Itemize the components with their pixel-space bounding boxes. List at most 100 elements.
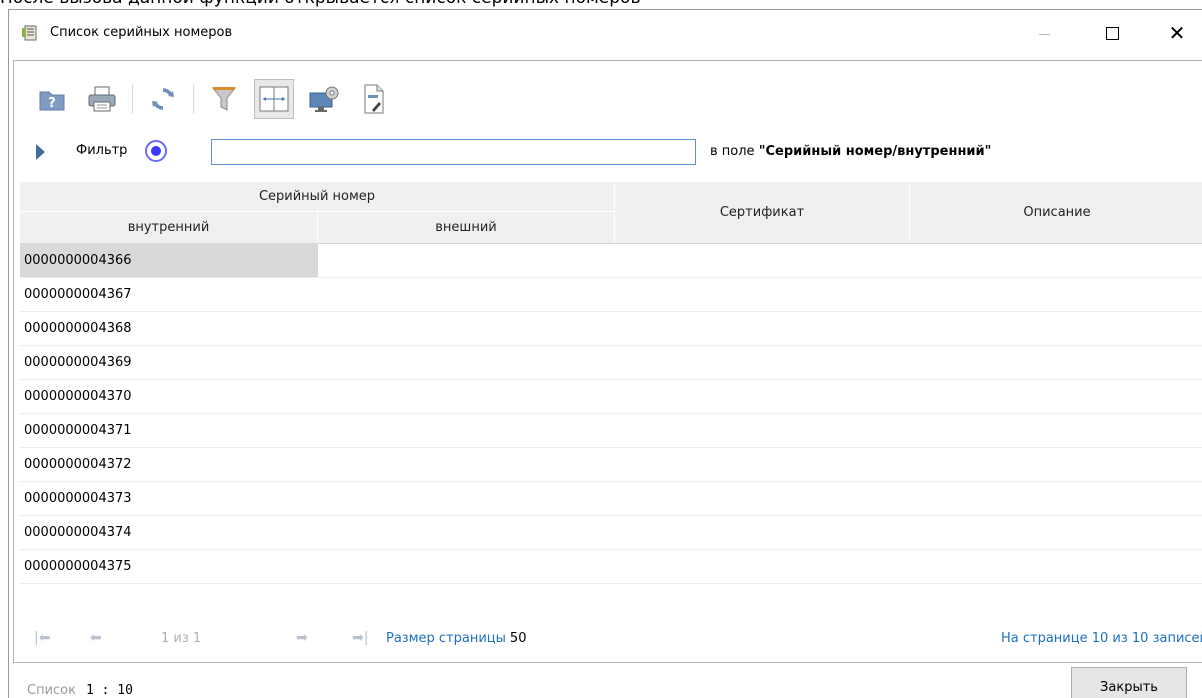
records-count: На странице 10 из 10 записей xyxy=(1000,631,1202,646)
cell-internal[interactable]: 0000000004375 xyxy=(20,550,318,583)
prev-page-icon[interactable]: ⬅ xyxy=(90,630,102,646)
refresh-icon xyxy=(152,88,174,110)
cell-external[interactable] xyxy=(318,482,615,515)
column-width-icon xyxy=(259,86,289,112)
svg-text:?: ? xyxy=(48,96,56,111)
cell-certificate[interactable] xyxy=(615,244,910,277)
cell-certificate[interactable] xyxy=(615,278,910,311)
toolbar-separator xyxy=(132,84,133,114)
table-row[interactable]: 0000000004374 xyxy=(20,516,1202,550)
export-document-icon xyxy=(364,84,384,114)
cell-description[interactable] xyxy=(910,448,1202,481)
status-label: Список xyxy=(27,683,76,698)
cell-internal[interactable]: 0000000004373 xyxy=(20,482,318,515)
cell-description[interactable] xyxy=(910,278,1202,311)
cell-certificate[interactable] xyxy=(615,482,910,515)
filter-field-note-prefix: в поле xyxy=(710,144,759,159)
cell-internal[interactable]: 0000000004366 xyxy=(20,244,318,277)
cell-certificate[interactable] xyxy=(615,312,910,345)
cell-description[interactable] xyxy=(910,244,1202,277)
window-title: Список серийных номеров xyxy=(50,25,233,40)
filter-button[interactable] xyxy=(204,79,244,119)
cell-certificate[interactable] xyxy=(615,380,910,413)
column-width-button[interactable] xyxy=(254,79,294,119)
cell-internal[interactable]: 0000000004368 xyxy=(20,312,318,345)
cell-description[interactable] xyxy=(910,550,1202,583)
print-icon xyxy=(88,86,116,112)
minimize-button[interactable] xyxy=(1022,10,1066,56)
first-page-icon[interactable]: |⬅ xyxy=(34,630,50,646)
close-window-button[interactable]: ✕ xyxy=(1155,10,1199,56)
header-description[interactable]: Описание xyxy=(910,182,1202,243)
pager: |⬅ ⬅ 1 из 1 ➡ ➡| Размер страницы 50 На ст… xyxy=(34,629,1202,651)
header-external[interactable]: внешний xyxy=(318,211,615,243)
cell-internal[interactable]: 0000000004374 xyxy=(20,516,318,549)
filter-radio[interactable] xyxy=(145,140,167,162)
table-row[interactable]: 0000000004375 xyxy=(20,550,1202,584)
cell-internal[interactable]: 0000000004370 xyxy=(20,380,318,413)
cell-external[interactable] xyxy=(318,278,615,311)
cell-certificate[interactable] xyxy=(615,414,910,447)
cell-description[interactable] xyxy=(910,380,1202,413)
cell-external[interactable] xyxy=(318,414,615,447)
cell-external[interactable] xyxy=(318,550,615,583)
cell-internal[interactable]: 0000000004371 xyxy=(20,414,318,447)
close-icon: ✕ xyxy=(1168,21,1186,45)
table-row[interactable]: 0000000004366 xyxy=(20,244,1202,278)
table-row[interactable]: 0000000004373 xyxy=(20,482,1202,516)
app-icon xyxy=(22,25,37,41)
filter-input[interactable] xyxy=(211,139,696,165)
cell-external[interactable] xyxy=(318,516,615,549)
filter-field-name: "Серийный номер/внутренний" xyxy=(758,144,992,159)
status-value: 1 : 10 xyxy=(85,683,133,698)
last-page-icon[interactable]: ➡| xyxy=(352,630,368,646)
filter-icon xyxy=(211,87,237,111)
display-settings-button[interactable] xyxy=(304,79,344,119)
next-page-icon[interactable]: ➡ xyxy=(296,630,308,646)
cell-certificate[interactable] xyxy=(615,448,910,481)
export-button[interactable] xyxy=(354,79,394,119)
filter-row: Фильтр в поле "Серийный номер/внутренний… xyxy=(36,139,1136,165)
settings-monitor-icon xyxy=(309,86,339,112)
cell-internal[interactable]: 0000000004367 xyxy=(20,278,318,311)
grid-rows: 0000000004366 0000000004367 000000000436… xyxy=(20,244,1202,584)
help-icon: ? xyxy=(39,91,65,111)
table-row[interactable]: 0000000004371 xyxy=(20,414,1202,448)
page-size[interactable]: Размер страницы 50 xyxy=(386,631,526,646)
serial-numbers-window: Список серийных номеров ✕ ? Фильтр в пол… xyxy=(8,9,1202,698)
cell-external[interactable] xyxy=(318,346,615,379)
header-certificate[interactable]: Сертификат xyxy=(615,182,910,243)
table-row[interactable]: 0000000004370 xyxy=(20,380,1202,414)
cell-internal[interactable]: 0000000004372 xyxy=(20,448,318,481)
cell-external[interactable] xyxy=(318,380,615,413)
cell-description[interactable] xyxy=(910,312,1202,345)
title-bar: Список серийных номеров ✕ xyxy=(9,10,1202,56)
maximize-button[interactable] xyxy=(1090,10,1134,56)
table-row[interactable]: 0000000004368 xyxy=(20,312,1202,346)
table-row[interactable]: 0000000004369 xyxy=(20,346,1202,380)
filter-field-note: в поле "Серийный номер/внутренний" xyxy=(710,143,991,161)
cell-external[interactable] xyxy=(318,244,615,277)
cell-description[interactable] xyxy=(910,346,1202,379)
page-caption: После вызова данной функции открывается … xyxy=(0,0,1202,8)
cell-description[interactable] xyxy=(910,516,1202,549)
cell-external[interactable] xyxy=(318,448,615,481)
cell-certificate[interactable] xyxy=(615,516,910,549)
help-button[interactable]: ? xyxy=(32,79,72,119)
page-position: 1 из 1 xyxy=(161,631,202,646)
table-row[interactable]: 0000000004372 xyxy=(20,448,1202,482)
print-button[interactable] xyxy=(82,79,122,119)
header-internal[interactable]: внутренний xyxy=(20,211,318,243)
cell-external[interactable] xyxy=(318,312,615,345)
header-serial-number[interactable]: Серийный номер xyxy=(20,182,615,211)
cell-certificate[interactable] xyxy=(615,550,910,583)
cell-description[interactable] xyxy=(910,482,1202,515)
cell-internal[interactable]: 0000000004369 xyxy=(20,346,318,379)
cell-description[interactable] xyxy=(910,414,1202,447)
page-size-value[interactable]: 50 xyxy=(510,631,527,646)
close-button[interactable]: Закрыть xyxy=(1071,667,1187,698)
refresh-button[interactable] xyxy=(143,79,183,119)
cell-certificate[interactable] xyxy=(615,346,910,379)
table-row[interactable]: 0000000004367 xyxy=(20,278,1202,312)
expand-filter-arrow-icon[interactable] xyxy=(36,144,45,160)
